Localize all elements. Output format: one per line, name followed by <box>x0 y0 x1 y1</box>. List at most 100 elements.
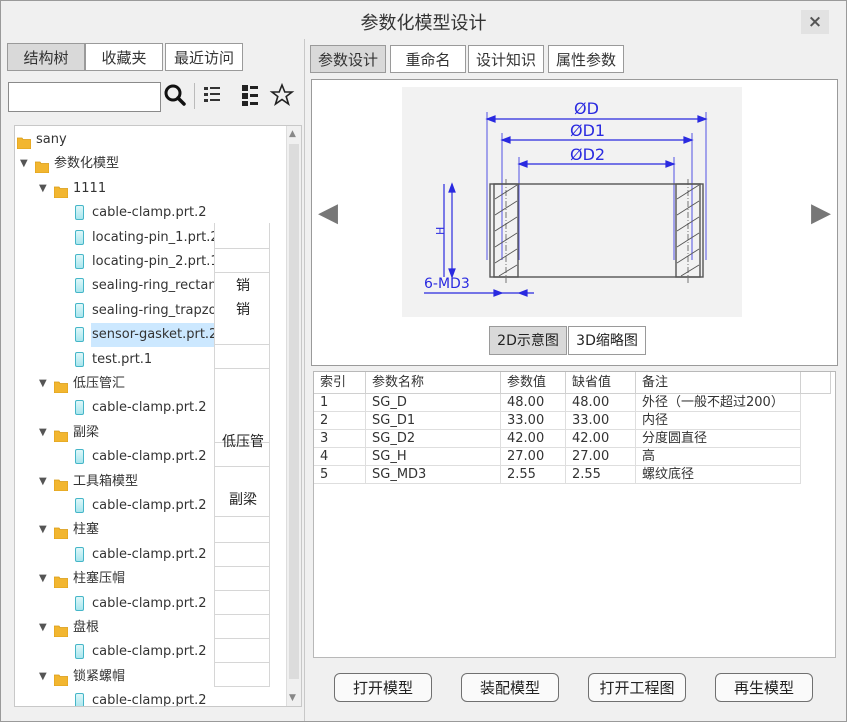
tree-node-label: cable-clamp.prt.2 <box>92 498 207 513</box>
cell-remark: 内径 <box>636 412 801 430</box>
tab-design-knowledge[interactable]: 设计知识 <box>468 45 544 73</box>
folder-icon <box>16 134 32 150</box>
left-panel: 结构树 收藏夹 最近访问 sany ▼ 参数化模型 ▼ 1111 cable-clamp.… <box>7 43 304 715</box>
expand-arrow-icon[interactable]: ▼ <box>39 372 47 396</box>
tab-attribute-params[interactable]: 属性参数 <box>548 45 624 73</box>
scroll-up-icon[interactable]: ▲ <box>289 129 296 139</box>
expand-arrow-icon[interactable]: ▼ <box>39 177 47 201</box>
part-file-icon <box>75 278 84 294</box>
tab-favorites[interactable]: 收藏夹 <box>85 43 163 71</box>
cell-param-value[interactable]: 42.00 <box>501 430 566 448</box>
star-favorite-icon[interactable] <box>269 81 295 109</box>
folder-icon <box>53 378 69 394</box>
tree-node-label: 参数化模型 <box>54 156 120 172</box>
view-3d-button[interactable]: 3D缩略图 <box>568 326 646 355</box>
assemble-model-button[interactable]: 装配模型 <box>461 673 559 702</box>
expand-arrow-icon[interactable]: ▼ <box>39 567 47 591</box>
dim-label-h: H <box>434 227 447 235</box>
folder-icon <box>53 671 69 687</box>
parameter-table: 索引 参数名称 参数值 缺省值 备注 1 SG_D 48.00 48.00 外径（一般不… <box>313 371 836 658</box>
overlay-cell <box>214 543 270 567</box>
view-2d-button[interactable]: 2D示意图 <box>489 326 567 355</box>
open-drawing-button[interactable]: 打开工程图 <box>588 673 686 702</box>
tree-node-label: 1111 <box>73 180 107 196</box>
overlay-cell <box>214 345 270 369</box>
cell-param-name: SG_D <box>366 394 501 412</box>
expand-arrow-icon[interactable]: ▼ <box>39 665 47 689</box>
prev-arrow-icon[interactable]: ◀ <box>318 198 338 228</box>
right-panel: 参数设计 重命名 设计知识 属性参数 ◀ ▶ ØD ØD1 ØD2 H 6-MD… <box>310 43 838 715</box>
tree-node-label: sany <box>36 132 67 147</box>
cell-param-value[interactable]: 48.00 <box>501 394 566 412</box>
close-button[interactable]: × <box>801 10 829 34</box>
tree-node-label: cable-clamp.prt.2 <box>92 400 207 416</box>
folder-icon <box>34 158 50 174</box>
cell-param-value[interactable]: 2.55 <box>501 466 566 484</box>
folder-icon <box>53 573 69 589</box>
cell-param-name: SG_D2 <box>366 430 501 448</box>
folder-icon <box>53 622 69 638</box>
cell-index: 2 <box>314 412 366 430</box>
cell-param-name: SG_D1 <box>366 412 501 430</box>
next-arrow-icon[interactable]: ▶ <box>811 198 831 228</box>
col-header-index[interactable]: 索引 <box>314 372 366 394</box>
cell-default-value: 33.00 <box>566 412 636 430</box>
overlay-column: 销 销 低压管 副梁 <box>214 137 272 703</box>
cell-default-value: 48.00 <box>566 394 636 412</box>
collapse-tree-icon[interactable] <box>200 81 226 109</box>
part-file-icon <box>75 498 84 513</box>
overlay-cell <box>214 639 270 663</box>
tree-node-label: cable-clamp.prt.2 <box>92 546 207 562</box>
tree-node-label: test.prt.1 <box>92 351 153 367</box>
tab-structure-tree[interactable]: 结构树 <box>7 43 85 71</box>
cell-param-value[interactable]: 33.00 <box>501 412 566 430</box>
cell-remark: 螺纹底径 <box>636 466 801 484</box>
part-file-icon <box>75 302 84 318</box>
dim-label-d: ØD <box>574 99 599 118</box>
overlay-cell <box>214 249 270 273</box>
tab-recent[interactable]: 最近访问 <box>165 43 243 71</box>
cell-param-value[interactable]: 27.00 <box>501 448 566 466</box>
overlay-cell <box>214 517 270 543</box>
expand-arrow-icon[interactable]: ▼ <box>39 518 47 542</box>
overlay-cell <box>214 567 270 591</box>
preview-panel: ◀ ▶ ØD ØD1 ØD2 H 6-MD3 2D示意图 3D缩略图 <box>311 79 838 366</box>
scroll-thumb[interactable] <box>289 144 299 679</box>
tree-node-label: cable-clamp.prt.2 <box>92 449 207 465</box>
open-model-button[interactable]: 打开模型 <box>334 673 432 702</box>
col-header-param-value[interactable]: 参数值 <box>501 372 566 394</box>
part-file-icon <box>75 351 84 367</box>
expand-arrow-icon[interactable]: ▼ <box>39 470 47 494</box>
expand-arrow-icon[interactable]: ▼ <box>39 421 47 445</box>
col-header-param-name[interactable]: 参数名称 <box>366 372 501 394</box>
cell-default-value: 42.00 <box>566 430 636 448</box>
expand-tree-icon[interactable] <box>237 81 263 109</box>
part-file-icon <box>75 595 84 611</box>
tab-rename[interactable]: 重命名 <box>390 45 466 73</box>
overlay-text: 低压管 <box>222 434 264 450</box>
cell-remark: 外径（一般不超过200） <box>636 394 801 412</box>
col-header-remark[interactable]: 备注 <box>636 372 801 394</box>
part-file-icon <box>75 644 84 660</box>
expand-arrow-icon[interactable]: ▼ <box>39 616 47 640</box>
tree-node-label: cable-clamp.prt.2 <box>92 644 207 660</box>
search-icon[interactable] <box>162 81 188 109</box>
tree-node-label: cable-clamp.prt.2 <box>92 693 207 707</box>
scroll-down-icon[interactable]: ▼ <box>289 693 296 703</box>
part-file-icon <box>75 449 84 465</box>
tree-node-label: cable-clamp.prt.2 <box>92 205 207 221</box>
expand-arrow-icon[interactable]: ▼ <box>20 152 28 176</box>
overlay-cell <box>214 591 270 615</box>
dim-label-md3: 6-MD3 <box>424 276 470 292</box>
tab-parameter-design[interactable]: 参数设计 <box>310 45 386 73</box>
cell-default-value: 27.00 <box>566 448 636 466</box>
panel-divider[interactable] <box>304 39 305 721</box>
cell-param-name: SG_MD3 <box>366 466 501 484</box>
col-header-default-value[interactable]: 缺省值 <box>566 372 636 394</box>
search-input[interactable] <box>8 82 161 112</box>
cell-index: 3 <box>314 430 366 448</box>
col-header-blank <box>801 372 831 394</box>
folder-icon <box>53 476 69 491</box>
regenerate-model-button[interactable]: 再生模型 <box>715 673 813 702</box>
tree-scrollbar[interactable]: ▲ ▼ <box>286 126 301 706</box>
